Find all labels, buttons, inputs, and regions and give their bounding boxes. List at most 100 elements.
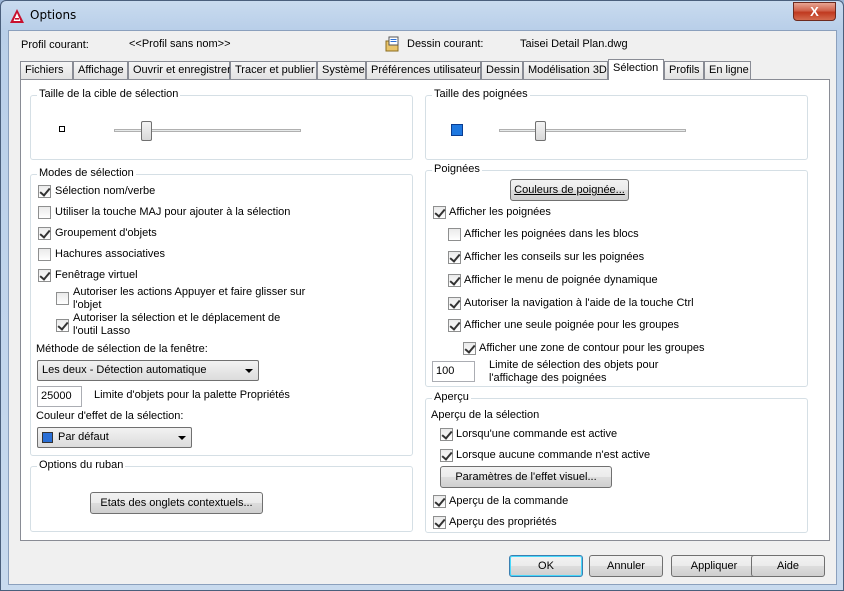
drawing-label: Dessin courant: <box>407 38 484 50</box>
bounding-box-groups-checkbox[interactable] <box>463 342 476 355</box>
ctrl-cycling-checkbox[interactable] <box>448 297 461 310</box>
grips-title: Poignées <box>432 163 482 175</box>
ribbon-options-group: Options du ruban Etats des onglets conte… <box>30 459 413 532</box>
press-drag-checkbox[interactable] <box>56 292 69 305</box>
tab-fichiers[interactable]: Fichiers <box>20 61 73 79</box>
tab-selection[interactable]: Sélection <box>608 59 664 80</box>
tab-profils[interactable]: Profils <box>664 61 704 79</box>
selection-tab-panel: Taille de la cible de sélection Modes de… <box>20 79 830 541</box>
press-drag-label-line2: l'objet <box>73 299 102 311</box>
show-grips-checkbox[interactable] <box>433 206 446 219</box>
contextual-tab-states-button[interactable]: Etats des onglets contextuels... <box>90 492 263 514</box>
preview-title: Aperçu <box>432 391 471 403</box>
ribbon-options-title: Options du ruban <box>37 459 126 471</box>
selection-modes-group: Modes de sélection Sélection nom/verbe U… <box>30 167 413 456</box>
effect-color-select[interactable]: Par défaut <box>37 427 192 448</box>
window-method-label: Méthode de sélection de la fenêtre: <box>36 343 208 355</box>
associative-hatch-label: Hachures associatives <box>55 248 166 260</box>
shift-add-label: Utiliser la touche MAJ pour ajouter à la… <box>55 206 291 218</box>
grip-colors-button[interactable]: Couleurs de poignée... <box>510 179 629 201</box>
window-method-value: Les deux - Détection automatique <box>42 364 207 376</box>
preview-group: Aperçu Aperçu de la sélection Lorsqu'une… <box>425 391 808 533</box>
profile-label: Profil courant: <box>21 39 89 51</box>
pickbox-preview <box>59 126 65 132</box>
window-method-select[interactable]: Les deux - Détection automatique <box>37 360 259 381</box>
property-preview-label: Aperçu des propriétés <box>449 516 557 528</box>
profile-value: <<Profil sans nom>> <box>129 38 231 50</box>
implied-windowing-label: Fenêtrage virtuel <box>55 269 138 281</box>
implied-windowing-checkbox[interactable] <box>38 269 51 282</box>
apply-button[interactable]: Appliquer <box>671 555 757 577</box>
command-preview-checkbox[interactable] <box>433 495 446 508</box>
command-active-label: Lorsqu'une commande est active <box>456 428 618 440</box>
color-swatch-icon <box>42 432 53 443</box>
pickbox-size-title: Taille de la cible de sélection <box>37 88 181 100</box>
single-grip-groups-checkbox[interactable] <box>448 319 461 332</box>
property-preview-checkbox[interactable] <box>433 516 446 529</box>
tab-systeme[interactable]: Système <box>317 61 366 79</box>
grip-tips-checkbox[interactable] <box>448 251 461 264</box>
grip-object-limit-input[interactable]: 100 <box>432 361 475 382</box>
dynamic-grip-menu-label: Afficher le menu de poignée dynamique <box>464 274 658 286</box>
object-limit-label: Limite d'objets pour la palette Propriét… <box>94 389 290 401</box>
close-button[interactable]: X <box>793 2 836 21</box>
noun-verb-checkbox[interactable] <box>38 185 51 198</box>
ctrl-cycling-label: Autoriser la navigation à l'aide de la t… <box>464 297 694 309</box>
pickbox-size-group: Taille de la cible de sélection <box>30 88 413 160</box>
grips-in-blocks-checkbox[interactable] <box>448 228 461 241</box>
tab-en-ligne[interactable]: En ligne <box>704 61 751 79</box>
autocad-logo-icon <box>10 9 24 23</box>
grip-preview <box>451 124 463 136</box>
grip-size-group: Taille des poignées <box>425 88 808 160</box>
tab-dessin[interactable]: Dessin <box>481 61 523 79</box>
tab-preferences-utilisateur[interactable]: Préférences utilisateur <box>366 61 481 79</box>
bounding-box-groups-label: Afficher une zone de contour pour les gr… <box>479 342 705 354</box>
window-title: Options <box>30 8 77 22</box>
visual-effect-settings-button[interactable]: Paramètres de l'effet visuel... <box>440 466 612 488</box>
chevron-down-icon <box>178 436 186 440</box>
tab-tracer-publier[interactable]: Tracer et publier <box>230 61 317 79</box>
no-command-active-label: Lorsque aucune commande n'est active <box>456 449 651 461</box>
lasso-label-line1: Autoriser la sélection et le déplacement… <box>73 312 281 324</box>
tab-ouvrir-enregistrer[interactable]: Ouvrir et enregistrer <box>128 61 231 79</box>
grip-limit-label-line2: l'affichage des poignées <box>489 372 607 384</box>
tab-modelisation-3d[interactable]: Modélisation 3D <box>523 61 608 79</box>
grip-size-title: Taille des poignées <box>432 88 530 100</box>
associative-hatch-checkbox[interactable] <box>38 248 51 261</box>
no-command-active-checkbox[interactable] <box>440 449 453 462</box>
noun-verb-label: Sélection nom/verbe <box>55 185 156 197</box>
grip-colors-label: Couleurs de poignée... <box>514 184 625 196</box>
pickbox-slider[interactable] <box>140 121 152 141</box>
grip-limit-label-line1: Limite de sélection des objets pour <box>489 359 659 371</box>
grip-tips-label: Afficher les conseils sur les poignées <box>464 251 645 263</box>
object-limit-input[interactable]: 25000 <box>37 386 82 407</box>
object-grouping-checkbox[interactable] <box>38 227 51 240</box>
help-button[interactable]: Aide <box>751 555 825 577</box>
drawing-value: Taisei Detail Plan.dwg <box>520 38 628 50</box>
selection-preview-label: Aperçu de la sélection <box>431 409 540 421</box>
dynamic-grip-menu-checkbox[interactable] <box>448 274 461 287</box>
command-preview-label: Aperçu de la commande <box>449 495 569 507</box>
single-grip-groups-label: Afficher une seule poignée pour les grou… <box>464 319 680 331</box>
effect-color-label: Couleur d'effet de la sélection: <box>36 410 184 422</box>
drawing-file-icon <box>385 36 399 52</box>
object-grouping-label: Groupement d'objets <box>55 227 157 239</box>
dialog-body: Profil courant: <<Profil sans nom>> Dess… <box>8 30 837 585</box>
grips-in-blocks-label: Afficher les poignées dans les blocs <box>464 228 639 240</box>
shift-add-checkbox[interactable] <box>38 206 51 219</box>
grips-group: Poignées Couleurs de poignée... Afficher… <box>425 163 808 387</box>
grip-slider-track <box>499 129 686 132</box>
title-bar[interactable]: Options X <box>1 1 843 29</box>
chevron-down-icon <box>245 369 253 373</box>
ok-button[interactable]: OK <box>509 555 583 577</box>
show-grips-label: Afficher les poignées <box>449 206 551 218</box>
command-active-checkbox[interactable] <box>440 428 453 441</box>
lasso-checkbox[interactable] <box>56 319 69 332</box>
grip-size-slider[interactable] <box>535 121 547 141</box>
press-drag-label-line1: Autoriser les actions Appuyer et faire g… <box>73 286 306 298</box>
selection-modes-title: Modes de sélection <box>37 167 136 179</box>
effect-color-value: Par défaut <box>58 431 109 443</box>
lasso-label-line2: l'outil Lasso <box>73 325 131 337</box>
tab-affichage[interactable]: Affichage <box>73 61 128 79</box>
cancel-button[interactable]: Annuler <box>589 555 663 577</box>
